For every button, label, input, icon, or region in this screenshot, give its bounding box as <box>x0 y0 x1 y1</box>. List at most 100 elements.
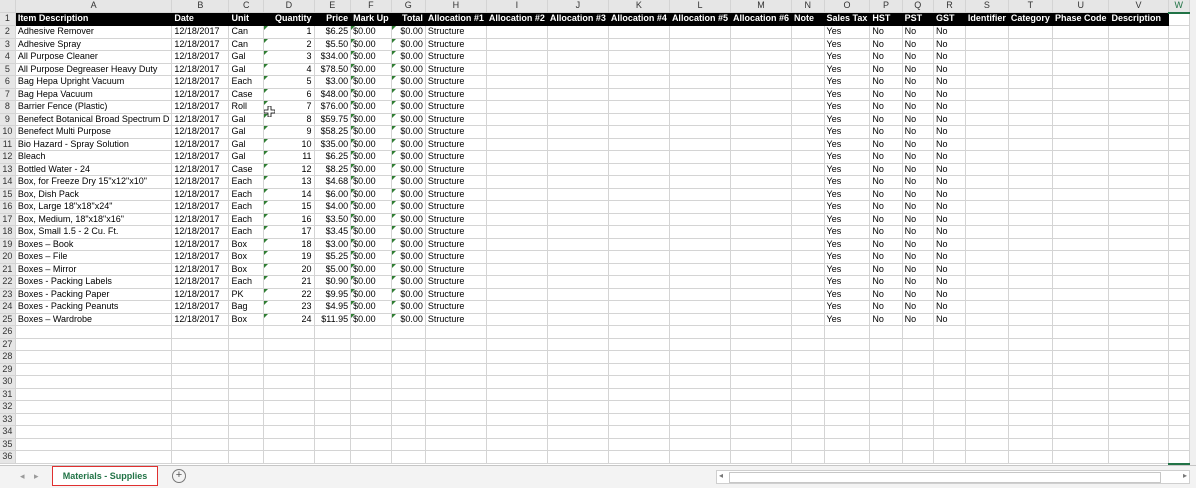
cell-i33[interactable] <box>486 413 548 426</box>
cell-o21[interactable]: Yes <box>824 263 871 276</box>
cell-a12[interactable]: Bleach <box>15 150 173 164</box>
cell-e33[interactable] <box>314 413 352 426</box>
cell-u27[interactable] <box>1052 338 1110 351</box>
cell-h18[interactable]: Structure <box>425 225 487 239</box>
cell-p34[interactable] <box>869 425 903 439</box>
cell-c14[interactable]: Each <box>228 175 265 189</box>
cell-j32[interactable] <box>547 400 609 414</box>
cell-a3[interactable]: Adhesive Spray <box>15 38 173 51</box>
cell-i23[interactable] <box>486 288 548 301</box>
cell-i17[interactable] <box>486 213 548 226</box>
cell-q30[interactable] <box>902 375 935 389</box>
cell-f26[interactable] <box>350 325 392 339</box>
cell-p20[interactable]: No <box>869 250 903 264</box>
cell-t3[interactable] <box>1008 38 1053 51</box>
cell-p5[interactable]: No <box>869 63 903 76</box>
cell-r4[interactable]: No <box>933 50 966 64</box>
cell-s24[interactable] <box>965 300 1009 314</box>
cell-m22[interactable] <box>730 275 792 289</box>
cell-m10[interactable] <box>730 125 792 139</box>
cell-g20[interactable]: $0.00 <box>391 250 426 264</box>
cell-j35[interactable] <box>547 438 609 451</box>
cell-f29[interactable] <box>350 363 392 376</box>
cell-v8[interactable] <box>1108 100 1169 114</box>
cell-m2[interactable] <box>730 25 792 39</box>
cell-i18[interactable] <box>486 225 548 239</box>
cell-d28[interactable] <box>263 350 315 364</box>
cell-g17[interactable]: $0.00 <box>391 213 426 226</box>
cell-a11[interactable]: Bio Hazard - Spray Solution <box>15 138 173 151</box>
cell-i30[interactable] <box>486 375 548 389</box>
cell-e21[interactable]: $5.00 <box>314 263 352 276</box>
column-header-u[interactable]: U <box>1052 0 1110 13</box>
cell-o8[interactable]: Yes <box>824 100 871 114</box>
cell-v4[interactable] <box>1108 50 1169 64</box>
cell-r34[interactable] <box>933 425 966 439</box>
cell-t27[interactable] <box>1008 338 1053 351</box>
column-header-e[interactable]: E <box>314 0 352 13</box>
cell-p17[interactable]: No <box>869 213 903 226</box>
cell-m14[interactable] <box>730 175 792 189</box>
cell-k7[interactable] <box>608 88 670 101</box>
cell-j22[interactable] <box>547 275 609 289</box>
cell-t7[interactable] <box>1008 88 1053 101</box>
cell-b21[interactable]: 12/18/2017 <box>171 263 230 276</box>
cell-q5[interactable]: No <box>902 63 935 76</box>
row-header[interactable]: 25 <box>0 313 16 326</box>
cell-i26[interactable] <box>486 325 548 339</box>
cell-e20[interactable]: $5.25 <box>314 250 352 264</box>
cell-v3[interactable] <box>1108 38 1169 51</box>
cell-j2[interactable] <box>547 25 609 39</box>
cell-d33[interactable] <box>263 413 315 426</box>
cell-w26[interactable] <box>1168 325 1190 339</box>
cell-w25[interactable] <box>1168 313 1190 326</box>
cell-d7[interactable]: 6 <box>263 88 315 101</box>
cell-q34[interactable] <box>902 425 935 439</box>
horizontal-scrollbar[interactable]: ◂ ▸ <box>716 470 1190 484</box>
cell-w17[interactable] <box>1168 213 1190 226</box>
cell-l5[interactable] <box>669 63 731 76</box>
cell-r21[interactable]: No <box>933 263 966 276</box>
cell-a29[interactable] <box>15 363 173 376</box>
cell-n13[interactable] <box>791 163 825 176</box>
cell-s36[interactable] <box>965 450 1009 464</box>
cell-d4[interactable]: 3 <box>263 50 315 64</box>
cell-a8[interactable]: Barrier Fence (Plastic) <box>15 100 173 114</box>
cell-q10[interactable]: No <box>902 125 935 139</box>
cell-f22[interactable]: $0.00 <box>350 275 392 289</box>
cell-o22[interactable]: Yes <box>824 275 871 289</box>
row-header[interactable]: 16 <box>0 200 16 214</box>
cell-k30[interactable] <box>608 375 670 389</box>
cell-s34[interactable] <box>965 425 1009 439</box>
cell-d32[interactable] <box>263 400 315 414</box>
cell-k35[interactable] <box>608 438 670 451</box>
cell-r35[interactable] <box>933 438 966 451</box>
cell-q8[interactable]: No <box>902 100 935 114</box>
cell-l27[interactable] <box>669 338 731 351</box>
cell-s23[interactable] <box>965 288 1009 301</box>
cell-f6[interactable]: $0.00 <box>350 75 392 89</box>
cell-s10[interactable] <box>965 125 1009 139</box>
cell-j17[interactable] <box>547 213 609 226</box>
cell-j21[interactable] <box>547 263 609 276</box>
cell-a10[interactable]: Benefect Multi Purpose <box>15 125 173 139</box>
cell-g1[interactable]: Total <box>391 12 426 26</box>
cell-a2[interactable]: Adhesive Remover <box>15 25 173 39</box>
cell-s18[interactable] <box>965 225 1009 239</box>
cell-j19[interactable] <box>547 238 609 251</box>
cell-j34[interactable] <box>547 425 609 439</box>
cell-d25[interactable]: 24 <box>263 313 315 326</box>
cell-t5[interactable] <box>1008 63 1053 76</box>
cell-b24[interactable]: 12/18/2017 <box>171 300 230 314</box>
cell-o28[interactable] <box>824 350 871 364</box>
cell-v6[interactable] <box>1108 75 1169 89</box>
cell-j10[interactable] <box>547 125 609 139</box>
cell-n2[interactable] <box>791 25 825 39</box>
cell-s29[interactable] <box>965 363 1009 376</box>
cell-g8[interactable]: $0.00 <box>391 100 426 114</box>
cell-k13[interactable] <box>608 163 670 176</box>
cell-g23[interactable]: $0.00 <box>391 288 426 301</box>
cell-c19[interactable]: Box <box>228 238 265 251</box>
cell-q28[interactable] <box>902 350 935 364</box>
cell-c24[interactable]: Bag <box>228 300 265 314</box>
